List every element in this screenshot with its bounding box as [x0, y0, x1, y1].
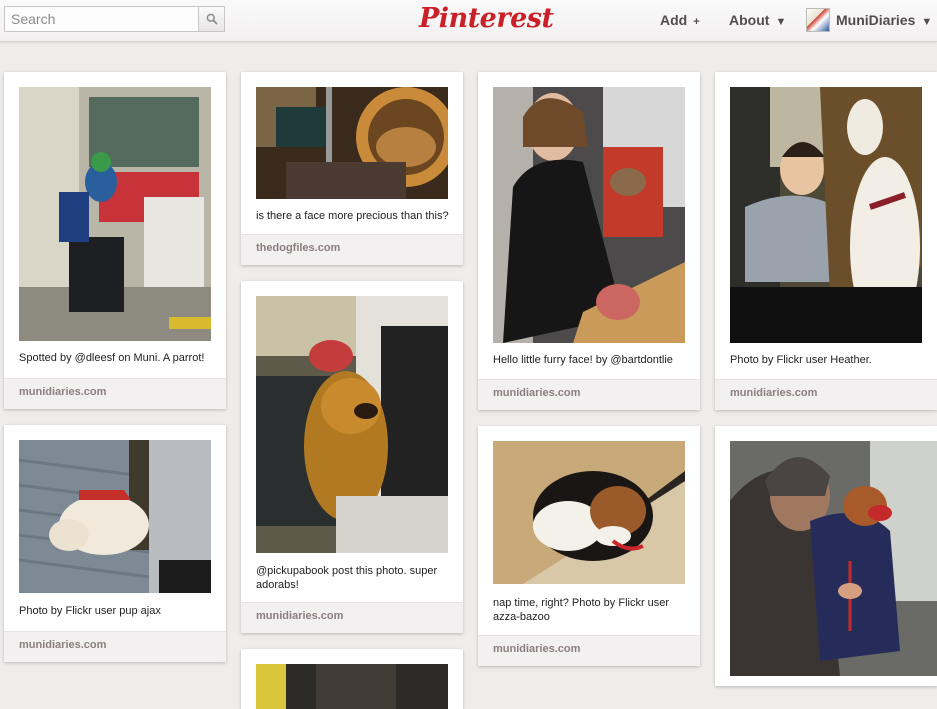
pin-card[interactable]: Hello little furry face! by @bartdontlie… — [478, 72, 700, 410]
pin-card[interactable]: nap time, right? Photo by Flickr user az… — [478, 426, 700, 666]
search-input[interactable] — [4, 6, 198, 32]
pin-description: nap time, right? Photo by Flickr user az… — [493, 597, 670, 623]
pin-image[interactable] — [256, 87, 448, 199]
pin-source[interactable]: thedogfiles.com — [256, 242, 340, 254]
pin-source[interactable]: munidiaries.com — [256, 610, 343, 622]
pin-description: Photo by Flickr user Heather. — [730, 354, 872, 366]
pin-description: Photo by Flickr user pup ajax — [19, 605, 161, 617]
pin-image[interactable] — [730, 87, 922, 343]
top-header: Pinterest Add + About ▼ MuniDiaries ▼ — [0, 0, 937, 42]
pin-image[interactable] — [730, 441, 937, 676]
pin-card[interactable]: Photo by Flickr user pup ajax munidiarie… — [4, 425, 226, 662]
pin-source-bar[interactable]: munidiaries.com — [4, 378, 226, 409]
user-name: MuniDiaries — [836, 12, 916, 28]
pin-image[interactable] — [256, 296, 448, 553]
pin-source[interactable]: munidiaries.com — [493, 387, 580, 399]
plus-icon: + — [693, 16, 700, 28]
pin-card[interactable] — [715, 426, 937, 686]
pin-image[interactable] — [493, 441, 685, 584]
user-menu-button[interactable]: MuniDiaries ▼ — [806, 0, 932, 40]
pin-source-bar[interactable]: thedogfiles.com — [241, 234, 463, 265]
pin-card[interactable]: Photo by Flickr user Heather. munidiarie… — [715, 72, 937, 410]
add-menu-button[interactable]: Add + — [660, 0, 700, 40]
search-icon — [206, 13, 218, 25]
pin-card[interactable] — [241, 649, 463, 709]
chevron-down-icon: ▼ — [921, 16, 933, 28]
add-label: Add — [660, 12, 688, 28]
pin-description: Hello little furry face! by @bartdontlie — [493, 354, 673, 366]
search-button[interactable] — [198, 6, 225, 32]
pin-source-bar[interactable]: munidiaries.com — [478, 379, 700, 410]
pinterest-logo[interactable]: Pinterest — [419, 2, 554, 36]
pin-image[interactable] — [256, 664, 448, 709]
avatar — [806, 7, 830, 32]
chevron-down-icon: ▼ — [775, 16, 787, 28]
pin-source[interactable]: munidiaries.com — [19, 386, 106, 398]
pin-card[interactable]: @pickupabook post this photo. super ador… — [241, 281, 463, 633]
about-label: About — [729, 12, 770, 28]
pin-card[interactable]: is there a face more precious than this?… — [241, 72, 463, 265]
pin-source-bar[interactable]: munidiaries.com — [715, 379, 937, 410]
about-menu-button[interactable]: About ▼ — [729, 0, 786, 40]
pin-source-bar[interactable]: munidiaries.com — [4, 631, 226, 662]
search-bar — [4, 6, 225, 32]
pin-description: @pickupabook post this photo. super ador… — [256, 565, 438, 591]
pin-description: is there a face more precious than this? — [256, 210, 449, 222]
pin-source-bar[interactable]: munidiaries.com — [241, 602, 463, 633]
pin-image[interactable] — [19, 440, 211, 593]
pin-description: Spotted by @dleesf on Muni. A parrot! — [19, 352, 205, 364]
pin-source-bar[interactable]: munidiaries.com — [478, 635, 700, 666]
pin-source[interactable]: munidiaries.com — [19, 639, 106, 651]
pin-card[interactable]: Spotted by @dleesf on Muni. A parrot! mu… — [4, 72, 226, 409]
pin-image[interactable] — [19, 87, 211, 341]
pin-source[interactable]: munidiaries.com — [493, 643, 580, 655]
pin-source[interactable]: munidiaries.com — [730, 387, 817, 399]
pin-image[interactable] — [493, 87, 685, 343]
